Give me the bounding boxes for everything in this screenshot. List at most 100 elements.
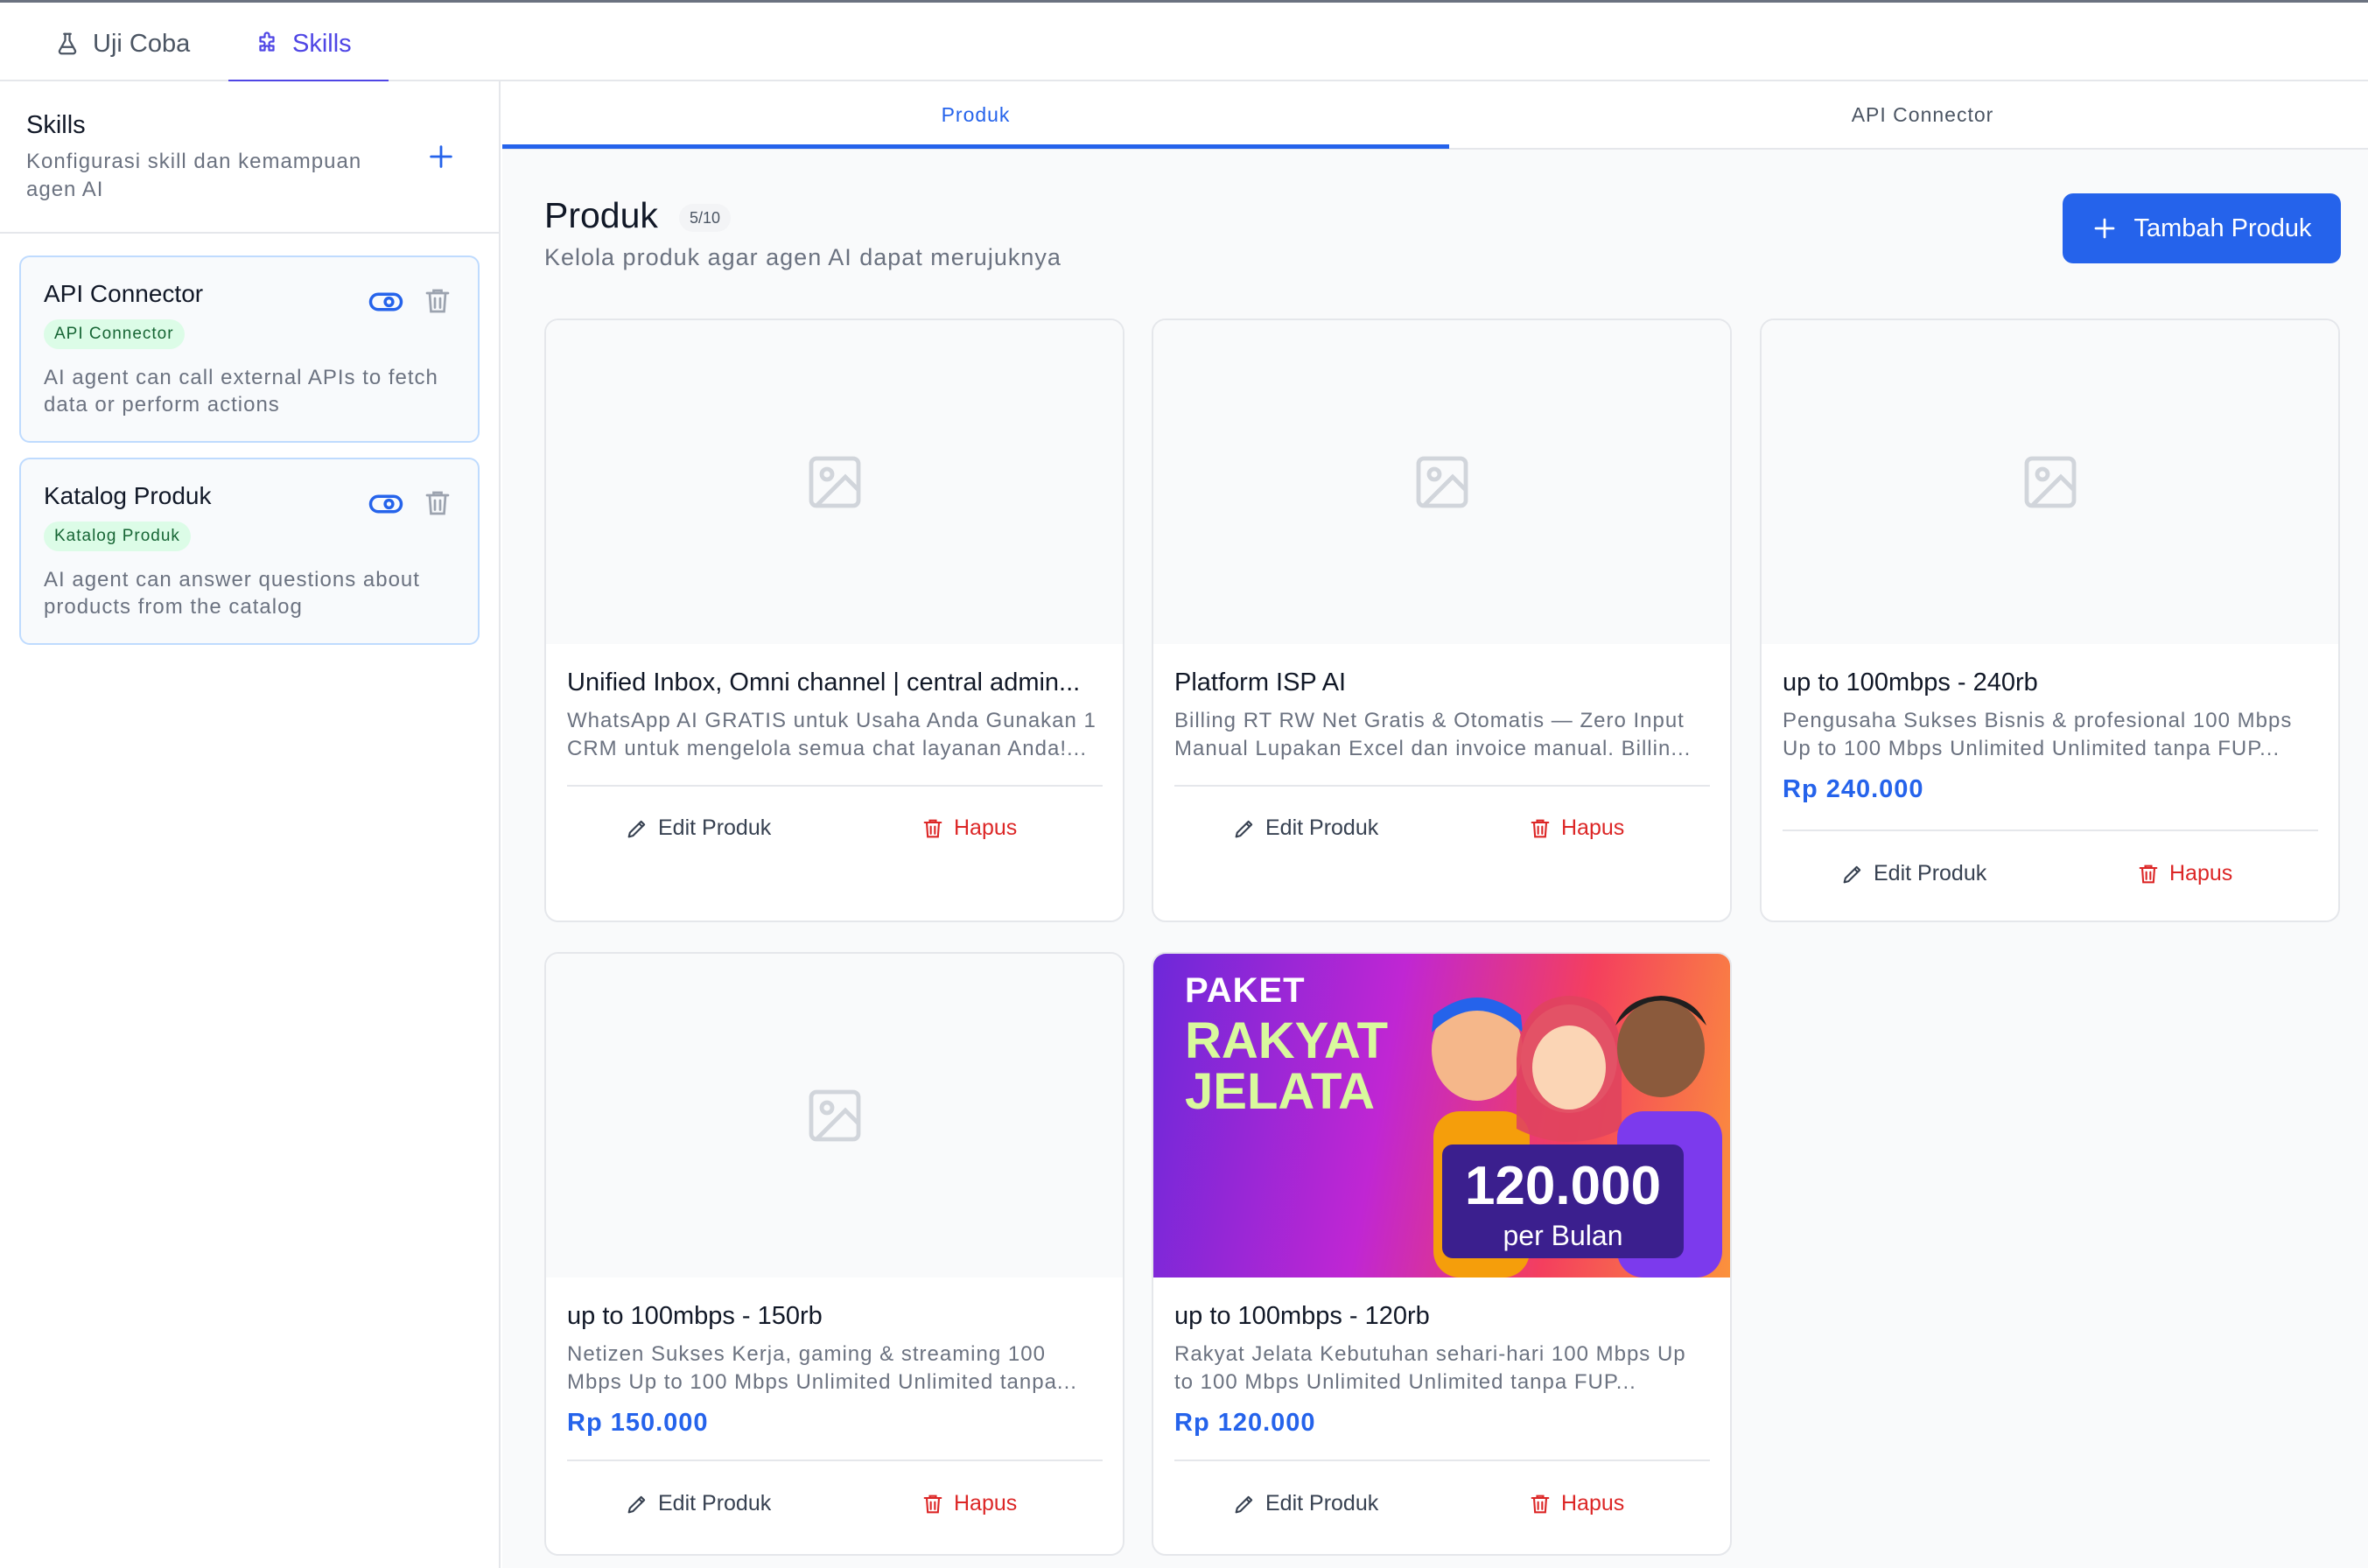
page-subtitle: Kelola produk agar agen AI dapat merujuk… [544,244,1061,270]
edit-label: Edit Produk [658,1491,772,1516]
delete-label: Hapus [954,1491,1018,1516]
sidebar-header: Skills Konfigurasi skill dan kemampuan a… [0,81,499,234]
tab-label: Uji Coba [93,29,191,58]
delete-label: Hapus [2169,861,2233,886]
sidebar-subtitle: Konfigurasi skill dan kemampuan agen AI [26,150,362,201]
tab-label: Skills [292,29,352,58]
product-name: Unified Inbox, Omni channel | central ad… [567,668,1081,696]
pencil-icon [1843,865,1861,883]
image-placeholder-icon [809,456,860,508]
tab-uji-coba[interactable]: Uji Coba [54,5,190,82]
skill-name: API Connector [44,280,204,307]
product-price: Rp 150.000 [567,1409,709,1437]
trash-icon [1531,819,1550,837]
skill-badge: API Connector [44,319,185,349]
product-banner-image: PAKET RAKYAT JELATA 120.000 per Bulan [1153,954,1730,1278]
skill-description: AI agent can call external APIs to fetch… [44,366,438,416]
product-image-placeholder [1762,320,2338,644]
banner-title-line1: RAKYAT [1185,1012,1389,1069]
edit-label: Edit Produk [1265,816,1379,840]
image-placeholder-icon [1416,456,1468,508]
pencil-icon [1235,1495,1253,1513]
eye-toggle-icon[interactable] [368,284,404,320]
main-content: Produk API Connector Produk 5/10 Kelola … [502,81,2368,1568]
trash-icon [2139,864,2158,883]
product-description: Billing RT RW Net Gratis & Otomatis — Ze… [1174,709,1692,760]
pencil-icon [627,1495,646,1513]
flask-icon [58,32,77,55]
sidebar-title: Skills [26,111,86,139]
skill-badge: Katalog Produk [44,522,191,551]
product-image-placeholder [546,320,1123,644]
product-name: up to 100mbps - 120rb [1174,1302,1430,1330]
edit-product-button[interactable]: Edit Produk [625,816,771,841]
top-navigation: Uji Coba Skills [0,0,2368,82]
banner-price: 120.000 [1464,1156,1662,1216]
skills-sidebar: Skills Konfigurasi skill dan kemampuan a… [0,81,501,1568]
pencil-icon [1235,820,1253,837]
delete-label: Hapus [954,816,1018,840]
product-name: up to 100mbps - 150rb [567,1302,823,1330]
divider [567,1460,1103,1461]
divider [1783,830,2318,831]
product-description: Rakyat Jelata Kebutuhan sehari-hari 100 … [1174,1342,1686,1394]
banner-price-box: 120.000 per Bulan [1442,1144,1684,1258]
pencil-icon [627,820,646,837]
add-product-button[interactable]: Tambah Produk [2063,193,2341,263]
product-card: Unified Inbox, Omni channel | central ad… [544,318,1124,922]
plus-icon [2095,218,2115,239]
delete-product-button[interactable]: Hapus [921,1491,1017,1516]
product-count-badge: 5/10 [679,204,732,232]
plus-icon [430,145,452,168]
tab-api-connector[interactable]: API Connector [1449,81,2368,148]
skill-card-api-connector[interactable]: API Connector API Connector AI agent can… [19,256,480,443]
delete-product-button[interactable]: Hapus [921,816,1017,841]
product-card: Platform ISP AI Billing RT RW Net Gratis… [1152,318,1732,922]
skill-description: AI agent can answer questions about prod… [44,568,420,619]
content-tabs: Produk API Connector [502,81,2368,150]
trash-icon [1531,1494,1550,1513]
skill-card-katalog-produk[interactable]: Katalog Produk Katalog Produk AI agent c… [19,458,480,645]
trash-icon [923,819,942,837]
skill-name: Katalog Produk [44,482,212,509]
image-placeholder-icon [809,1089,860,1142]
banner-period: per Bulan [1503,1220,1623,1251]
edit-product-button[interactable]: Edit Produk [1232,1491,1378,1516]
product-price: Rp 120.000 [1174,1409,1316,1437]
delete-product-button[interactable]: Hapus [1528,1491,1624,1516]
tab-produk[interactable]: Produk [502,81,1449,148]
product-description: WhatsApp AI GRATIS untuk Usaha Anda Guna… [567,709,1096,760]
edit-product-button[interactable]: Edit Produk [1840,861,1986,886]
product-card: PAKET RAKYAT JELATA 120.000 per Bulan up… [1152,952,1732,1556]
delete-label: Hapus [1561,1491,1625,1516]
tab-skills[interactable]: Skills [254,5,352,82]
product-price: Rp 240.000 [1783,775,1924,803]
image-placeholder-icon [2024,456,2076,508]
product-image-placeholder [1153,320,1730,644]
active-tab-indicator [502,144,1449,149]
product-description: Pengusaha Sukses Bisnis & profesional 10… [1783,709,2293,760]
trash-icon[interactable] [422,284,453,318]
banner-title-line2: JELATA [1185,1063,1375,1120]
banner-paket-text: PAKET [1185,971,1306,1010]
product-name: up to 100mbps - 240rb [1783,668,2038,696]
edit-label: Edit Produk [658,816,772,840]
trash-icon [923,1494,942,1513]
add-skill-button[interactable] [424,139,459,174]
edit-product-button[interactable]: Edit Produk [1232,816,1378,841]
product-description: Netizen Sukses Kerja, gaming & streaming… [567,1342,1077,1394]
delete-product-button[interactable]: Hapus [2136,861,2232,886]
delete-product-button[interactable]: Hapus [1528,816,1624,841]
delete-label: Hapus [1561,816,1625,840]
edit-product-button[interactable]: Edit Produk [625,1491,771,1516]
divider [567,785,1103,787]
add-product-label: Tambah Produk [2133,214,2312,242]
divider [1174,1460,1710,1461]
eye-toggle-icon[interactable] [368,486,404,522]
page-title: Produk [544,195,658,235]
trash-icon[interactable] [422,486,453,521]
divider [1174,785,1710,787]
product-image-placeholder [546,954,1123,1278]
edit-label: Edit Produk [1874,861,1987,886]
product-card: up to 100mbps - 150rb Netizen Sukses Ker… [544,952,1124,1556]
